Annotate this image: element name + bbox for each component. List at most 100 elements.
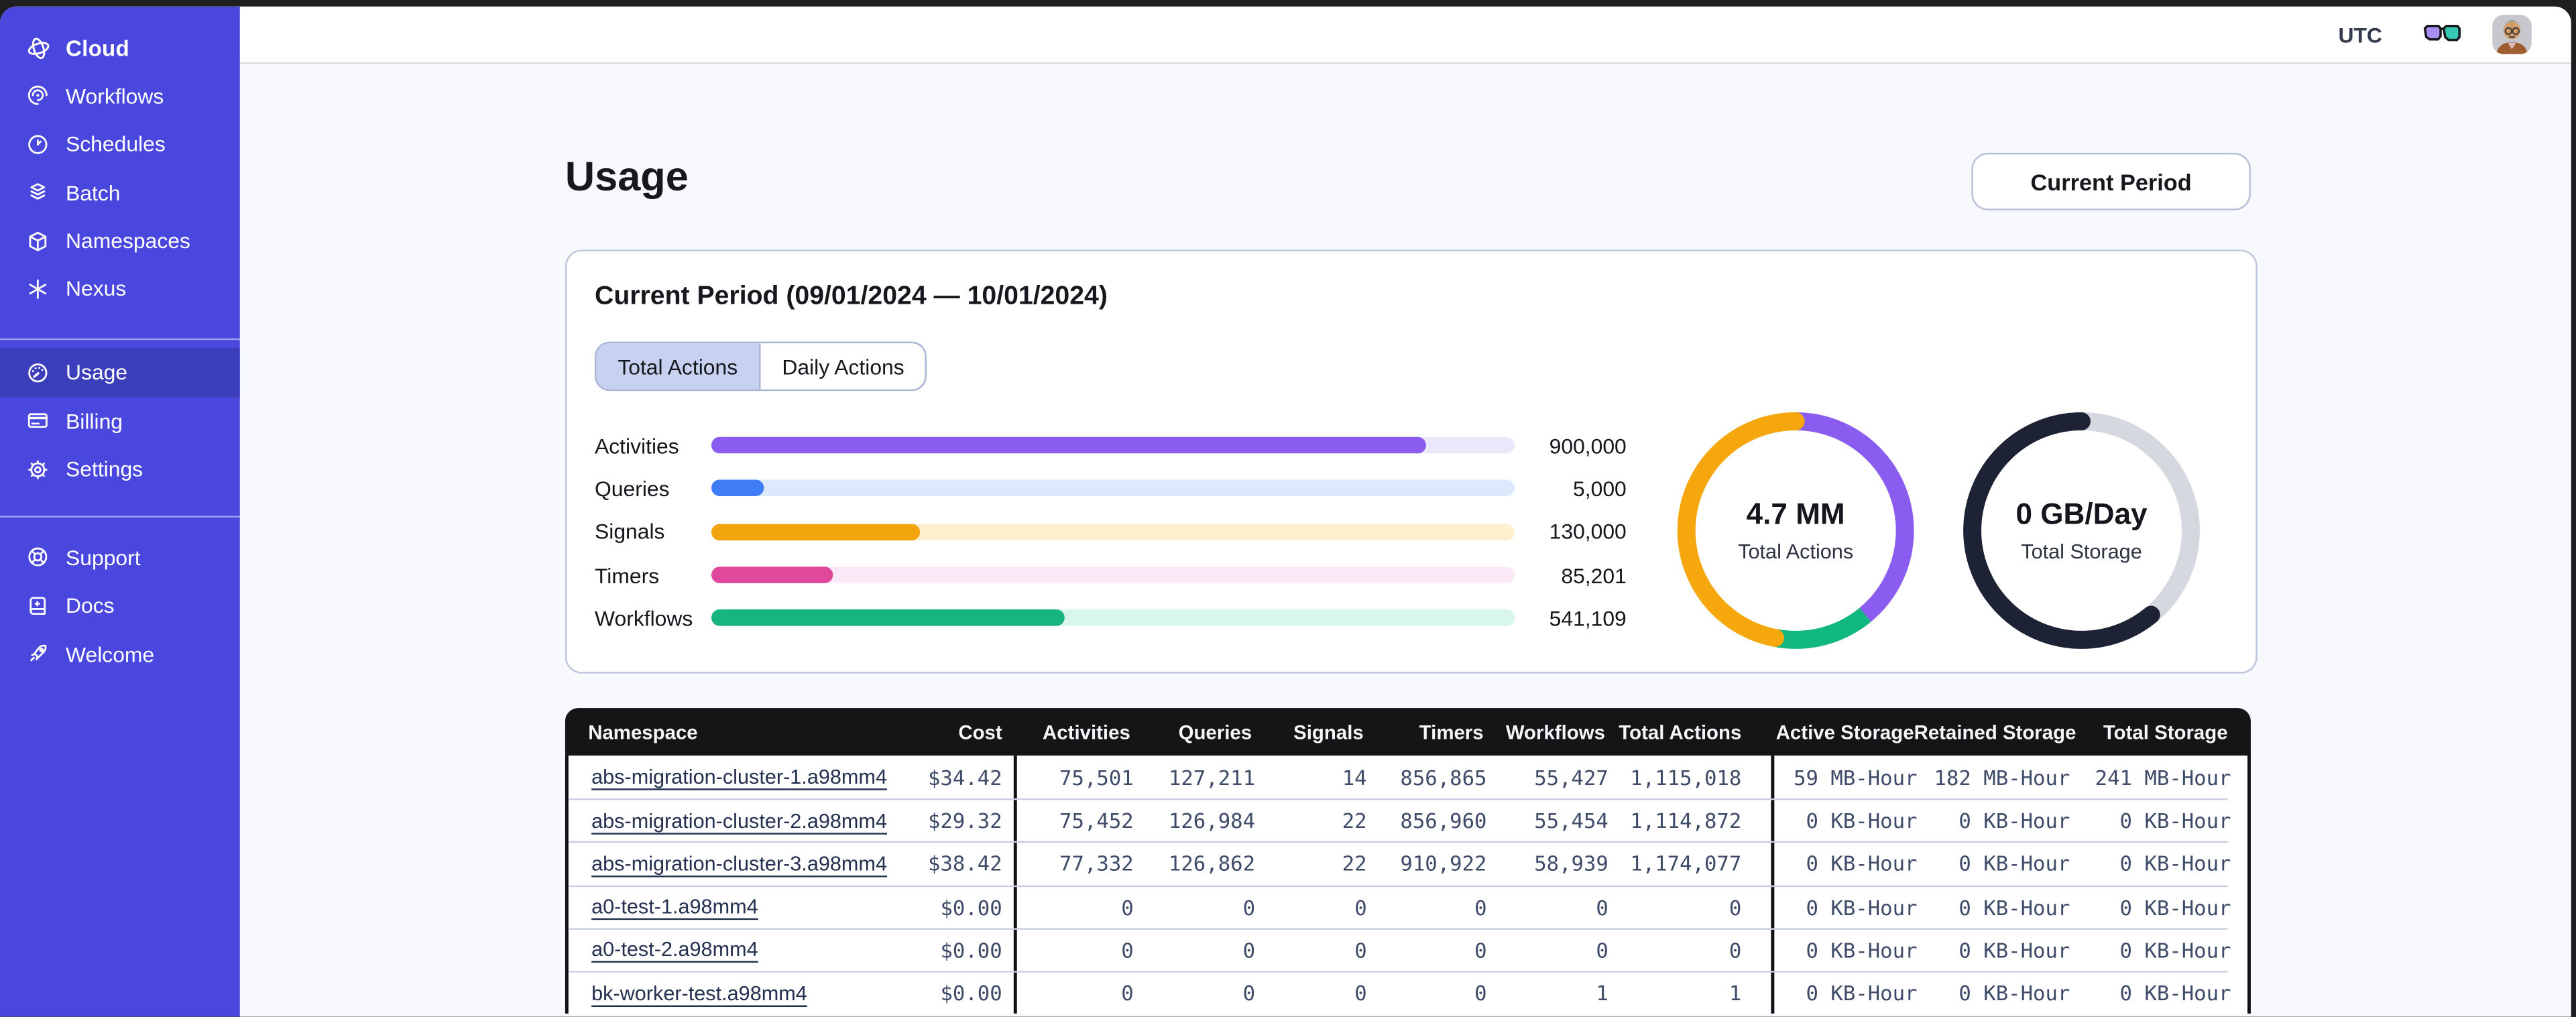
sidebar-item-workflows[interactable]: Workflows [0, 72, 240, 120]
topbar: UTC [239, 6, 2571, 64]
table-cell: 1 [1608, 972, 1775, 1014]
table-cell: 0 KB-Hour [1806, 980, 1918, 1006]
table-cell: 75,501 [1059, 764, 1134, 790]
table-row: abs-migration-cluster-2.a98mm4 $29.32 75,4… [568, 798, 2231, 842]
page-title: Usage [565, 154, 689, 200]
docs-icon [25, 593, 51, 619]
table-cell: 0 KB-Hour [2119, 809, 2231, 833]
sidebar-item-label: Billing [66, 408, 123, 434]
namespace-link[interactable]: abs-migration-cluster-2.a98mm4 [591, 809, 887, 832]
namespace-link[interactable]: abs-migration-cluster-1.a98mm4 [591, 766, 887, 788]
table-cell: 0 [1242, 937, 1256, 963]
table-cell: 1,115,018 [1608, 756, 1775, 799]
actions-bar-chart: Activities 900,000 Queries 5,000 Signals 130,… [595, 424, 1627, 640]
column-header: Total Storage [2103, 720, 2228, 743]
usage-icon [25, 360, 51, 386]
table-cell: 77,332 [1059, 851, 1134, 877]
table-cell: 0 [1354, 937, 1367, 963]
table-cell: 0 KB-Hour [1958, 851, 2070, 877]
sidebar-item-billing[interactable]: Billing [0, 397, 240, 445]
bar-fill [711, 609, 1065, 627]
bar-label: Workflows [595, 605, 693, 631]
logo-label: Cloud [66, 35, 129, 60]
table-cell: 910,922 [1400, 851, 1487, 877]
bar-fill [711, 480, 765, 497]
sidebar-item-support[interactable]: Support [0, 534, 240, 582]
sidebar-item-nexus[interactable]: Nexus [0, 265, 240, 313]
namespace-link[interactable]: a0-test-1.a98mm4 [591, 896, 758, 918]
table-cell: 0 [1474, 980, 1487, 1006]
table-cell: $34.42 [923, 756, 1017, 799]
bar-label: Timers [595, 562, 660, 588]
table-cell: 0 KB-Hour [1958, 980, 2070, 1006]
column-header: Active Storage [1775, 720, 1914, 743]
table-row: a0-test-2.a98mm4 $0.00 0 0 0 0 0 0 0 KB-Hour 0 KB… [568, 927, 2231, 971]
table-cell: 22 [1342, 851, 1367, 877]
sidebar-item-batch[interactable]: Batch [0, 168, 240, 217]
sidebar-item-docs[interactable]: Docs [0, 582, 240, 630]
sidebar-item-label: Settings [66, 457, 143, 482]
settings-icon [25, 457, 51, 483]
period-selector-button[interactable]: Current Period [1971, 152, 2251, 211]
total-storage-donut: 0 GB/Day Total Storage [1960, 409, 2203, 652]
timezone-selector[interactable]: UTC [2329, 22, 2392, 47]
table-cell: 0 [1608, 929, 1775, 971]
column-header: Signals [1293, 720, 1364, 743]
bar-value: 5,000 [1573, 476, 1627, 501]
sidebar-item-namespaces[interactable]: Namespaces [0, 217, 240, 265]
table-cell: $29.32 [923, 800, 1017, 842]
sidebar-collapse-button[interactable] [187, 34, 213, 60]
table-cell: 0 KB-Hour [2119, 851, 2231, 877]
namespace-cell: a0-test-2.a98mm4 [569, 939, 923, 961]
bar-label: Signals [595, 519, 665, 544]
bar-track [711, 609, 1515, 627]
table-cell: $0.00 [923, 886, 1017, 928]
bar-row-activities: Activities 900,000 [595, 424, 1627, 467]
sidebar-item-label: Batch [66, 180, 121, 205]
table-cell: 0 [1121, 894, 1134, 920]
sidebar-header: Cloud [0, 23, 240, 72]
column-header: Timers [1419, 720, 1484, 743]
table-cell: 0 [1596, 937, 1608, 963]
table-header: Namespace Cost Activities Queries Signals Tim… [565, 708, 2251, 756]
column-header: Queries [1178, 720, 1252, 743]
schedules-icon [25, 131, 51, 157]
table-cell: 0 [1474, 937, 1487, 963]
avatar [2492, 15, 2532, 54]
sidebar: Cloud Workflows Schedules Batch Namespaces N… [0, 6, 240, 1017]
sidebar-item-usage[interactable]: Usage [0, 349, 240, 398]
sidebar-item-welcome[interactable]: Welcome [0, 630, 240, 678]
table-cell: 0 KB-Hour [1958, 894, 2070, 920]
column-header: Cost [958, 720, 1002, 743]
tab-total-actions[interactable]: Total Actions [596, 343, 760, 390]
table-row: a0-test-1.a98mm4 $0.00 0 0 0 0 0 0 0 KB-Hour 0 KB… [568, 884, 2231, 928]
table-cell: 75,452 [1059, 809, 1134, 833]
table-cell: 0 [1242, 980, 1256, 1006]
total-storage-value: 0 GB/Day [2015, 497, 2148, 531]
total-actions-donut: 4.7 MM Total Actions [1674, 409, 1918, 652]
period-selector-label: Current Period [2030, 168, 2192, 195]
namespace-link[interactable]: a0-test-2.a98mm4 [591, 939, 758, 961]
table-row: abs-migration-cluster-1.a98mm4 $34.42 75,5… [569, 756, 2231, 799]
account-menu[interactable] [2492, 15, 2546, 54]
table-cell: 0 KB-Hour [1806, 894, 1918, 920]
namespace-link[interactable]: bk-worker-test.a98mm4 [591, 981, 807, 1004]
sidebar-item-schedules[interactable]: Schedules [0, 120, 240, 168]
namespace-cell: abs-migration-cluster-3.a98mm4 [569, 853, 923, 876]
sidebar-divider [0, 338, 240, 341]
table-cell: 0 KB-Hour [2119, 937, 2231, 963]
bar-fill [711, 437, 1427, 454]
bar-track [711, 437, 1515, 454]
glasses-button[interactable] [2423, 23, 2461, 46]
table-cell: 126,862 [1168, 851, 1256, 877]
card-title: Current Period (09/01/2024 — 10/01/2024) [595, 282, 1108, 311]
batch-icon [25, 179, 51, 205]
namespace-link[interactable]: abs-migration-cluster-3.a98mm4 [591, 853, 887, 876]
bar-value: 541,109 [1549, 605, 1627, 631]
bar-label: Queries [595, 476, 670, 501]
sidebar-item-settings[interactable]: Settings [0, 445, 240, 493]
tab-daily-actions[interactable]: Daily Actions [759, 343, 926, 390]
bar-track [711, 566, 1515, 583]
donut-charts: 4.7 MM Total Actions 0 GB/Day Total Stor… [1674, 409, 2203, 652]
total-actions-caption: Total Actions [1738, 540, 1854, 564]
